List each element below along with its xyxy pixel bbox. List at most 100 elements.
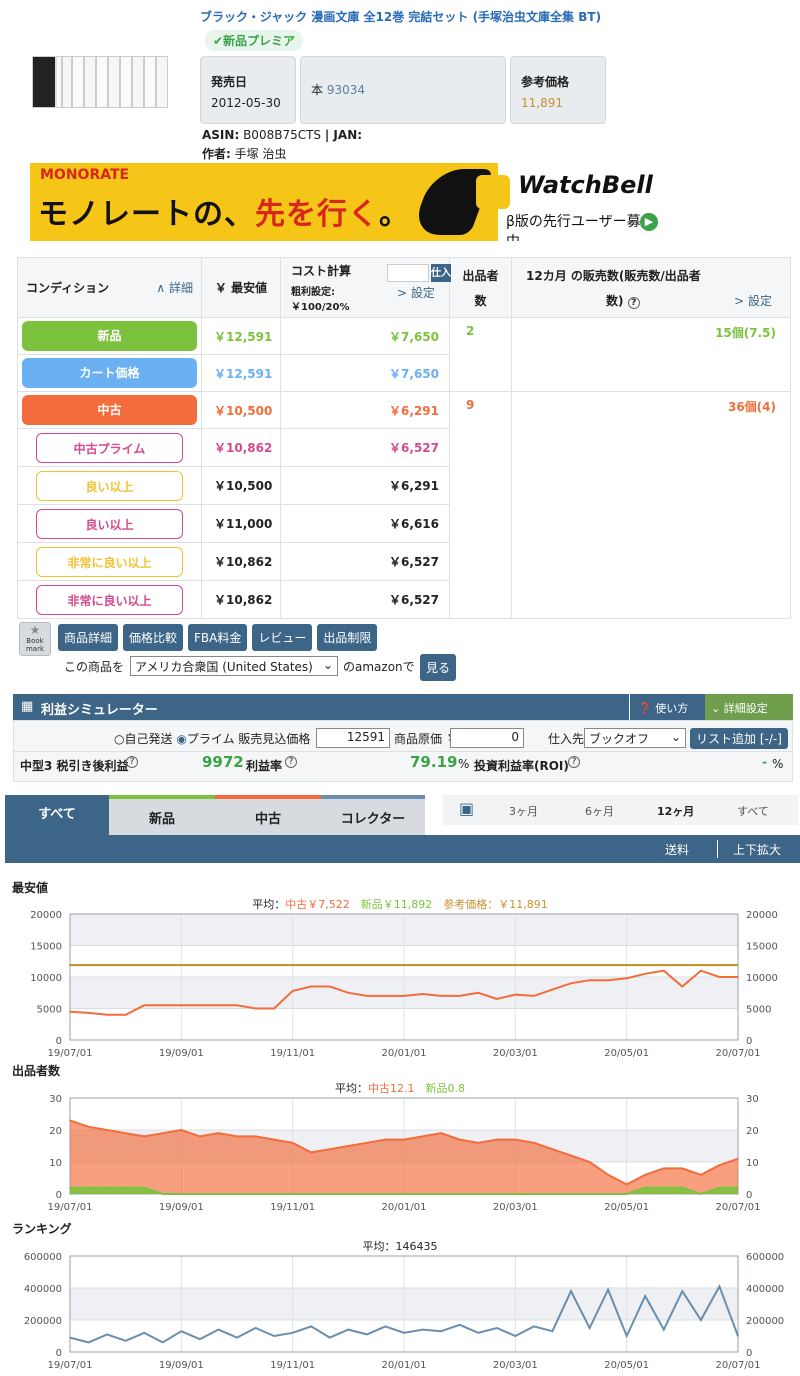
- period-all[interactable]: すべて: [737, 803, 769, 819]
- release-label: 発売日: [211, 75, 248, 89]
- x-tick-label: 20/07/01: [716, 1048, 761, 1058]
- data-point: [347, 1193, 350, 1195]
- jan-label: | JAN:: [324, 128, 363, 142]
- cost-value: ￥7,650: [280, 317, 450, 355]
- cond-new-button[interactable]: 新品: [22, 321, 197, 351]
- cost-input[interactable]: [387, 264, 429, 282]
- data-point: [254, 1327, 257, 1329]
- list-add-button[interactable]: リスト追加 [-/-]: [690, 728, 788, 749]
- howto-button[interactable]: ❓ 使い方: [629, 694, 703, 720]
- fba-link-button[interactable]: FBA料金: [188, 624, 248, 651]
- cond-good-self-button[interactable]: 良い以上: [36, 508, 183, 539]
- cond-used-button[interactable]: 中古: [22, 395, 197, 425]
- cond-cart-button[interactable]: カート価格: [22, 358, 197, 388]
- restrict-link-button[interactable]: 出品制限: [317, 624, 378, 651]
- chart-price-title: 最安値: [12, 881, 49, 895]
- used-sales: 36個(4): [511, 391, 791, 619]
- help-icon: ❓: [638, 702, 652, 715]
- price-input[interactable]: 12591: [316, 728, 390, 748]
- category-rank[interactable]: 93034: [327, 83, 365, 97]
- min-price: ￥10,862: [201, 428, 281, 467]
- shipping-toggle[interactable]: 送料: [665, 841, 689, 858]
- data-point: [495, 1193, 498, 1195]
- help-icon[interactable]: ?: [126, 756, 138, 768]
- tab-used[interactable]: 中古: [215, 795, 321, 835]
- release-box: 発売日 2012-05-30: [200, 56, 296, 124]
- cond-good-fba-button[interactable]: 良い以上: [36, 470, 183, 501]
- data-point: [421, 1328, 424, 1331]
- review-link-button[interactable]: レビュー: [252, 624, 313, 651]
- supplier-select[interactable]: ブックオフ ⌄: [584, 728, 686, 748]
- cost-input-button[interactable]: 仕入: [431, 264, 451, 282]
- cond-used-prime-button[interactable]: 中古プライム: [36, 432, 183, 463]
- data-point: [737, 976, 739, 978]
- author-value[interactable]: 手塚 治虫: [235, 147, 287, 161]
- tab-collector[interactable]: コレクター: [321, 795, 425, 835]
- period-12m[interactable]: 12ヶ月: [657, 803, 694, 819]
- data-point: [533, 995, 535, 997]
- data-point: [551, 1193, 554, 1195]
- x-tick-label: 19/09/01: [159, 1360, 204, 1371]
- cost-setting-link[interactable]: > 設定: [397, 284, 435, 301]
- data-point: [106, 1014, 108, 1016]
- sales-setting-link[interactable]: > 設定: [734, 292, 772, 309]
- y-tick-label-right: 15000: [746, 942, 778, 953]
- data-point: [607, 1288, 609, 1291]
- data-point: [87, 1012, 90, 1014]
- help-icon[interactable]: ?: [285, 756, 297, 768]
- help-icon[interactable]: ?: [568, 756, 580, 768]
- data-point: [681, 964, 684, 966]
- tab-all[interactable]: すべて: [5, 795, 109, 835]
- country-value: アメリカ合衆国 (United States): [135, 660, 313, 674]
- data-point: [310, 1325, 313, 1328]
- tab-new[interactable]: 新品: [109, 795, 215, 835]
- period-6m[interactable]: 6ヶ月: [585, 803, 614, 819]
- zoom-toggle[interactable]: 上下拡大: [733, 841, 781, 858]
- detail-settings-label: 詳細設定: [723, 702, 768, 715]
- data-point: [700, 964, 702, 966]
- ad-banner[interactable]: MONORATE モノレートの、先を行く。 WatchBell β版の先行ユーザ…: [30, 163, 668, 241]
- data-point: [161, 964, 164, 966]
- radio-prime[interactable]: ◉: [176, 732, 186, 746]
- cond-cell: 非常に良い以上: [17, 580, 202, 619]
- x-tick-label: 20/05/01: [604, 1360, 649, 1371]
- category-label: 本: [311, 83, 324, 97]
- view-button[interactable]: 見る: [420, 654, 457, 681]
- price-chart[interactable]: 0 0 5000 5000 10000 10000 15000 15000 20000 20000…: [0, 906, 800, 1058]
- watchbell-brand: WatchBell: [518, 171, 653, 199]
- data-point: [551, 1148, 554, 1150]
- sellers-chart[interactable]: 0 0 10 10 20 20 30 30 19/07/01 19/09/01 19/11/01 20…: [0, 1090, 800, 1218]
- banner-copy-b: 先を行く: [255, 197, 379, 232]
- bookmark-button[interactable]: ★ Book mark: [19, 622, 51, 656]
- condition-header-label: コンディション: [26, 281, 110, 295]
- detail-toggle[interactable]: ∧ 詳細: [156, 279, 193, 296]
- new-sellers: 2: [449, 317, 512, 392]
- data-point: [273, 1335, 275, 1337]
- product-title[interactable]: ブラック・ジャック 漫画文庫 全12巻 完結セット (手塚治虫文庫全集 BT): [200, 8, 601, 25]
- y-tick-label: 30: [49, 1094, 62, 1105]
- shipping-options: ○自己発送 ◉プライム 販売見込価格 ￥: [114, 730, 326, 747]
- y-tick-label-right: 200000: [746, 1316, 784, 1327]
- cost-value: ￥6,527: [280, 428, 450, 467]
- detail-link-button[interactable]: 商品詳細: [58, 624, 119, 651]
- cond-verygood-self-button[interactable]: 非常に良い以上: [36, 584, 183, 615]
- ranking-chart[interactable]: 0 0 200000 200000 400000 400000 600000 600000 19…: [0, 1248, 800, 1376]
- x-tick-label: 20/03/01: [493, 1048, 538, 1058]
- cost-input[interactable]: 0: [450, 728, 524, 748]
- detail-settings-button[interactable]: ⌄ 詳細設定: [705, 694, 793, 720]
- product-image[interactable]: [32, 56, 168, 108]
- cond-verygood-fba-button[interactable]: 非常に良い以上: [36, 546, 183, 577]
- data-point: [236, 1004, 238, 1007]
- data-point: [625, 964, 628, 966]
- country-select[interactable]: アメリカ合衆国 (United States) ⌄: [130, 656, 338, 676]
- simulator-header: ▦ 利益シミュレーター ❓ 使い方 ⌄ 詳細設定: [13, 694, 793, 720]
- data-point: [644, 964, 647, 966]
- data-point: [718, 1285, 721, 1288]
- release-value: 2012-05-30: [211, 96, 281, 110]
- divider: [14, 751, 792, 752]
- help-icon[interactable]: ?: [627, 296, 640, 309]
- radio-self[interactable]: ○: [114, 732, 124, 746]
- period-3m[interactable]: 3ヶ月: [509, 803, 538, 819]
- compare-link-button[interactable]: 価格比較: [123, 624, 184, 651]
- cond-cell: 中古プライム: [17, 428, 202, 467]
